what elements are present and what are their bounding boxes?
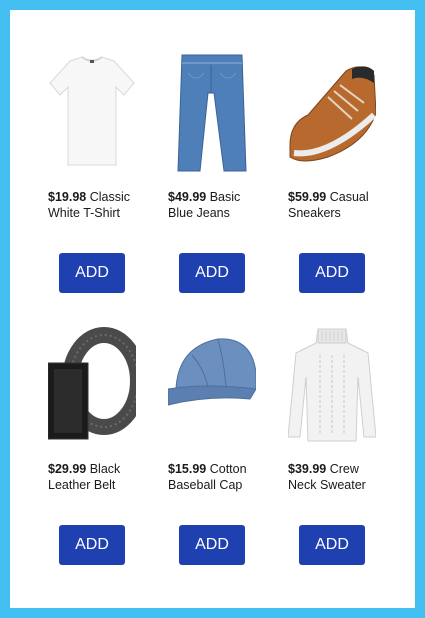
product-description: $59.99 Casual Sneakers xyxy=(288,189,388,221)
add-to-cart-button[interactable]: ADD xyxy=(179,525,245,565)
product-price: $29.99 xyxy=(48,462,87,476)
product-price: $39.99 xyxy=(288,462,327,476)
product-price: $59.99 xyxy=(288,190,327,204)
product-description: $19.98 Classic White T-Shirt xyxy=(48,189,148,221)
casual-sneakers-image xyxy=(288,53,376,173)
product-description: $29.99 Black Leather Belt xyxy=(48,461,148,493)
product-panel: $19.98 Classic White T-Shirt ADD $49.99 … xyxy=(10,10,415,608)
blue-jeans-image xyxy=(168,53,256,173)
product-description: $49.99 Basic Blue Jeans xyxy=(168,189,268,221)
product-price: $19.98 xyxy=(48,190,87,204)
baseball-cap-image xyxy=(168,325,256,445)
white-tshirt-image xyxy=(48,53,136,173)
add-to-cart-button[interactable]: ADD xyxy=(59,253,125,293)
crew-neck-sweater-image xyxy=(288,325,376,445)
product-price: $49.99 xyxy=(168,190,207,204)
add-to-cart-button[interactable]: ADD xyxy=(299,525,365,565)
product-description: $15.99 Cotton Baseball Cap xyxy=(168,461,268,493)
add-to-cart-button[interactable]: ADD xyxy=(59,525,125,565)
product-description: $39.99 Crew Neck Sweater xyxy=(288,461,388,493)
product-grid: $19.98 Classic White T-Shirt ADD $49.99 … xyxy=(10,10,415,608)
product-price: $15.99 xyxy=(168,462,207,476)
black-leather-belt-image xyxy=(48,325,136,445)
add-to-cart-button[interactable]: ADD xyxy=(179,253,245,293)
add-to-cart-button[interactable]: ADD xyxy=(299,253,365,293)
